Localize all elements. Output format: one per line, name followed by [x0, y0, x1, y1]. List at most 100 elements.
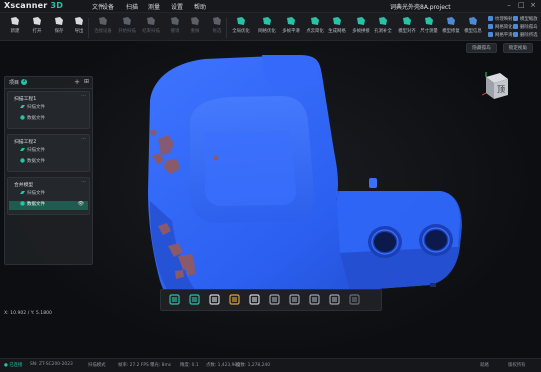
status-item: 帧率: 27.2 FPS: [118, 363, 149, 368]
repair-icon: [446, 16, 456, 26]
mesh-display-icon[interactable]: [189, 294, 200, 305]
undo-icon: [170, 16, 180, 26]
toolbar-button-15[interactable]: 多帧拼接: [350, 16, 372, 38]
hole-fill-icon: [378, 16, 388, 26]
close-icon[interactable]: ×: [530, 2, 536, 9]
mini-tool-label: 删除所选: [520, 33, 538, 38]
status-item: SN: ZT-SC200-2023: [30, 362, 73, 367]
point-cloud-icon[interactable]: [169, 294, 180, 305]
toolbar-button-9[interactable]: 框选: [206, 16, 228, 38]
tree-item-label: 数据文件: [27, 116, 45, 121]
mini-tool-icon: [488, 16, 493, 21]
toolbar-button-0[interactable]: 新建: [4, 16, 26, 38]
tree-group[interactable]: 扫描工程2 ··· 扫描文件数据文件: [7, 134, 90, 172]
lock-view-button[interactable]: 锁定视角: [502, 43, 533, 53]
mini-tool-icon: [513, 16, 518, 21]
toolbar-button-11[interactable]: 网格优化: [256, 16, 278, 38]
toolbar-mini-button-4[interactable]: 删除孤岛: [513, 24, 538, 30]
smooth-icon: [286, 16, 296, 26]
toolbar-mini-button-3[interactable]: 模型缩放: [513, 16, 538, 22]
toolbar-button-label: 重做: [190, 29, 200, 34]
toolbar-button-16[interactable]: 孔洞补全: [372, 16, 394, 38]
menu-scan[interactable]: 扫描: [126, 2, 138, 11]
toolbar-button-14[interactable]: 生成网格: [326, 16, 348, 38]
hide-islands-button[interactable]: 隐藏孤岛: [466, 43, 497, 53]
mesh-icon: [332, 16, 342, 26]
tree-item[interactable]: 数据文件: [20, 115, 45, 124]
toolbar-button-12[interactable]: 多帧平滑: [280, 16, 302, 38]
front-view-icon[interactable]: [269, 294, 280, 305]
project-tree-panel: 项目 3 + ⊞ 扫描工程1 ··· 扫描文件 数据文件 扫描工程2 ··· 扫描文件 数据文…: [4, 76, 93, 265]
add-icon[interactable]: +: [74, 78, 80, 86]
toolbar-button-19[interactable]: 模型修复: [440, 16, 462, 38]
toolbar-mini-button-5[interactable]: 删除所选: [513, 32, 538, 38]
toolbar-button-4[interactable]: 连接设备: [92, 16, 114, 38]
tree-item[interactable]: 扫描文件: [20, 104, 45, 113]
iso-view-icon[interactable]: [329, 294, 340, 305]
reset-view-icon[interactable]: [349, 294, 360, 305]
status-item: 扫描模式: [88, 363, 106, 368]
optimize-icon: [236, 16, 246, 26]
rotate-icon[interactable]: [229, 294, 240, 305]
menu-settings[interactable]: 设置: [171, 2, 183, 11]
status-item: 点数: 1,423,980: [206, 363, 241, 368]
new-icon: [10, 16, 20, 26]
tree-item[interactable]: 扫描文件: [20, 190, 45, 199]
toolbar-button-13[interactable]: 点云简化: [304, 16, 326, 38]
menu-help[interactable]: 帮助: [194, 2, 206, 11]
mini-tool-label: 网格简化: [495, 25, 513, 30]
mini-tool-label: 纹理映射: [495, 17, 513, 22]
mini-tool-label: 网格平滑: [495, 33, 513, 38]
toolbar-mini-button-0[interactable]: 纹理映射: [488, 16, 513, 22]
minimize-icon[interactable]: –: [506, 2, 512, 9]
toolbar-mini-button-1[interactable]: 网格简化: [488, 24, 513, 30]
status-bar: ● 已连接 SN: ZT-SC200-2023 扫描模式 帧率: 27.2 FPS 曝光…: [0, 358, 541, 372]
view-cube[interactable]: 顶: [482, 71, 510, 101]
panel-menu-icon[interactable]: ⊞: [84, 78, 89, 85]
toolbar-button-label: 多帧拼接: [352, 29, 370, 34]
toolbar-button-8[interactable]: 重做: [184, 16, 206, 38]
more-icon[interactable]: ···: [81, 136, 86, 142]
toolbar-button-label: 撤销: [170, 29, 180, 34]
open-icon: [32, 16, 42, 26]
toolbar-button-7[interactable]: 撤销: [164, 16, 186, 38]
toolbar-button-20[interactable]: 模型信息: [462, 16, 484, 38]
toolbar-button-17[interactable]: 模型对齐: [396, 16, 418, 38]
brand-main: Xscanner: [4, 1, 48, 10]
tree-group-name: 合并模型: [14, 183, 34, 188]
more-icon[interactable]: ···: [81, 93, 86, 99]
menu-device[interactable]: 设备: [102, 2, 114, 11]
toolbar-button-3[interactable]: 导出: [68, 16, 90, 38]
visibility-eye-icon[interactable]: 👁: [78, 201, 84, 207]
toolbar-button-5[interactable]: 开始扫描: [116, 16, 138, 38]
tree-item[interactable]: 数据文件: [20, 158, 45, 167]
tree-item[interactable]: 扫描文件: [20, 147, 45, 156]
toolbar-button-2[interactable]: 保存: [48, 16, 70, 38]
project-title: 词典光外壳8A.project: [390, 4, 451, 11]
3d-viewport[interactable]: 隐藏孤岛 锁定视角 项目 3 + ⊞ 扫描工程1 ··· 扫描文件 数据文件 扫描工程2…: [0, 41, 541, 359]
maximize-icon[interactable]: □: [518, 2, 525, 9]
more-icon[interactable]: ···: [81, 179, 86, 185]
tree-group[interactable]: 合并模型 ··· 扫描文件数据文件 👁: [7, 177, 90, 215]
connect-icon: [98, 16, 108, 26]
toolbar-button-10[interactable]: 全局优化: [230, 16, 252, 38]
tree-item[interactable]: 数据文件 👁: [9, 201, 88, 210]
side-view-icon[interactable]: [289, 294, 300, 305]
cube-icon[interactable]: [209, 294, 220, 305]
scan-icon: [122, 16, 132, 26]
status-item: 精度: 0.1: [180, 363, 199, 368]
toolbar-mini-button-2[interactable]: 网格平滑: [488, 32, 513, 38]
toolbar-button-18[interactable]: 尺寸测量: [418, 16, 440, 38]
toolbar-button-1[interactable]: 打开: [26, 16, 48, 38]
menu-measure[interactable]: 测量: [148, 2, 160, 11]
status-item: 面数: 1,278,240: [236, 363, 271, 368]
tree-group-name: 扫描工程2: [14, 140, 37, 145]
status-item: 版权所有: [508, 363, 526, 368]
toolbar-button-6[interactable]: 结束扫描: [140, 16, 162, 38]
top-view-icon[interactable]: [309, 294, 320, 305]
lighting-icon[interactable]: [249, 294, 260, 305]
toolbar-button-label: 全局优化: [232, 29, 250, 34]
simplify-icon: [310, 16, 320, 26]
tree-group[interactable]: 扫描工程1 ··· 扫描文件 数据文件: [7, 91, 90, 129]
tree-item-label: 数据文件: [27, 202, 45, 207]
